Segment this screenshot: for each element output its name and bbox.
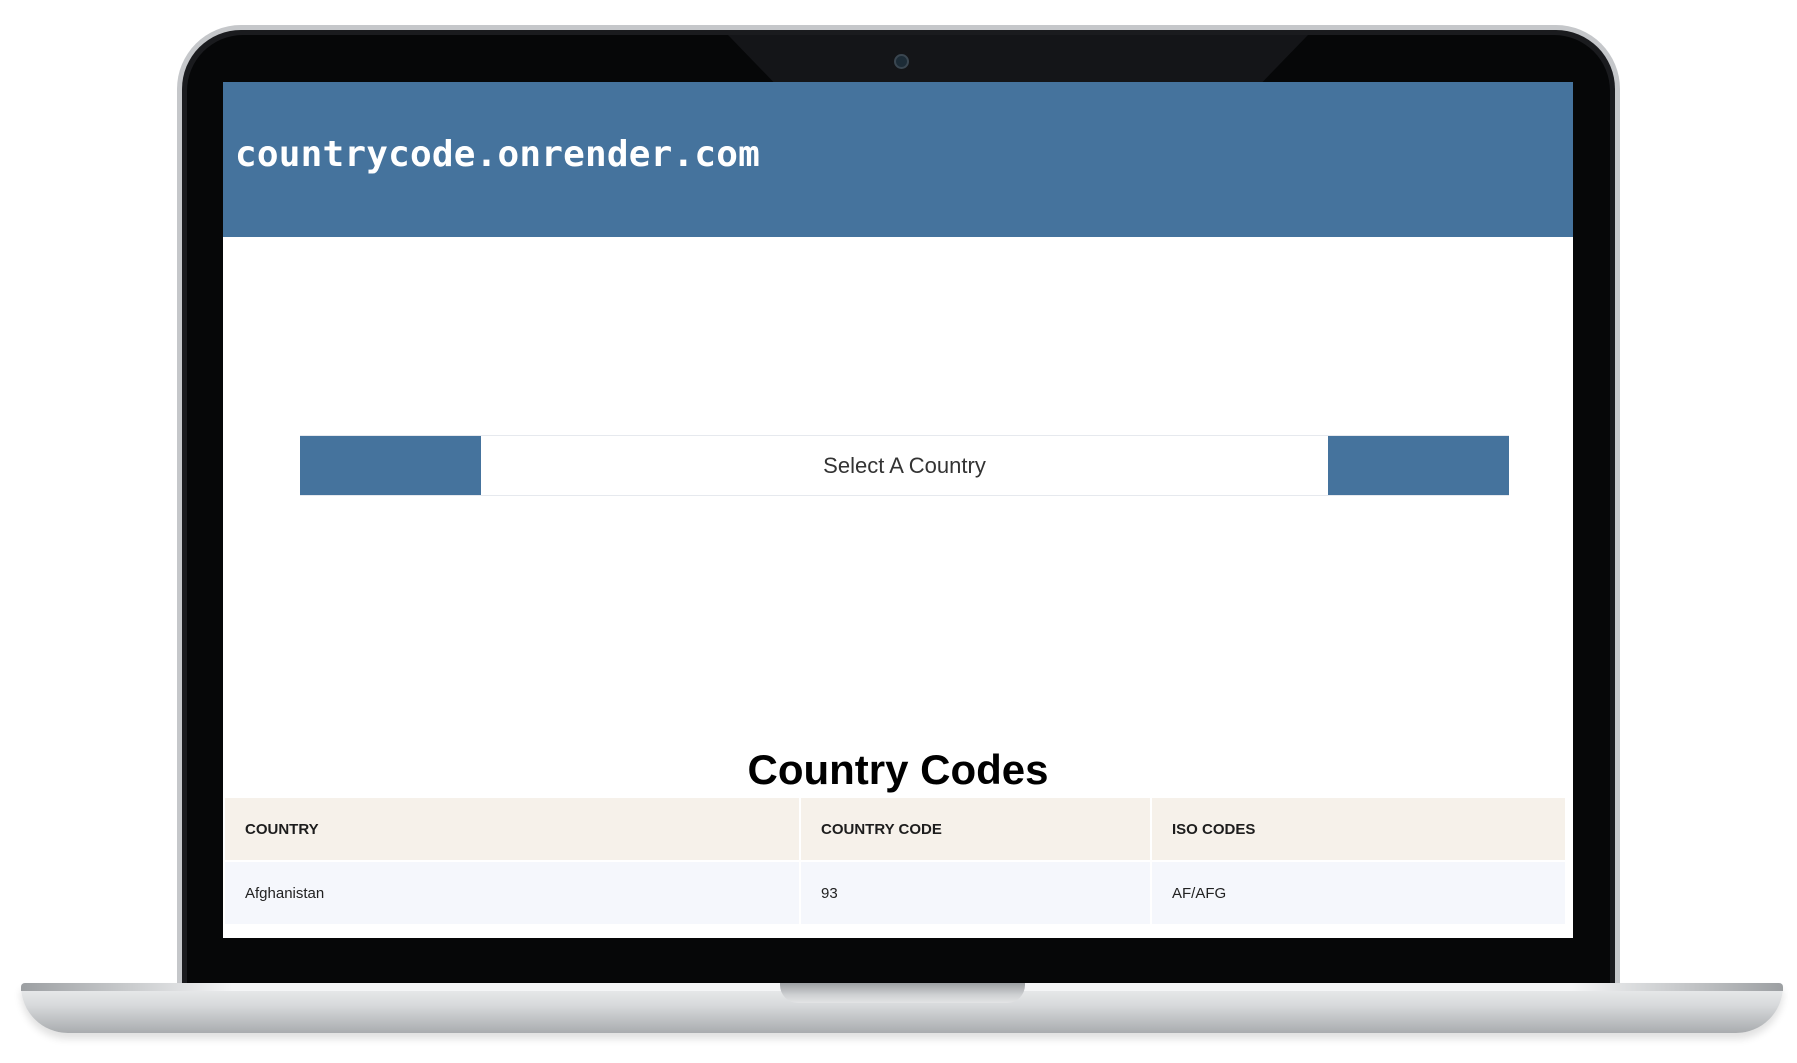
column-header-iso-codes: ISO CODES xyxy=(1151,798,1565,861)
webcam-icon xyxy=(894,54,909,69)
country-selector[interactable]: Select A Country xyxy=(300,435,1509,496)
column-header-country: COUNTRY xyxy=(225,798,801,861)
camera-notch xyxy=(728,35,1308,83)
selector-left-button[interactable] xyxy=(300,436,481,495)
site-title[interactable]: countrycode.onrender.com xyxy=(235,134,760,175)
cell-country-code: 93 xyxy=(800,860,1152,924)
selector-right-button[interactable] xyxy=(1328,436,1509,495)
table-row: Afghanistan 93 AF/AFG xyxy=(225,860,1565,924)
cell-country: Afghanistan xyxy=(225,860,801,924)
selector-label[interactable]: Select A Country xyxy=(481,436,1328,495)
laptop-screen: countrycode.onrender.com Select A Countr… xyxy=(223,82,1573,938)
cell-iso-codes: AF/AFG xyxy=(1151,860,1565,924)
column-header-country-code: COUNTRY CODE xyxy=(800,798,1152,861)
site-header: countrycode.onrender.com xyxy=(223,82,1573,237)
section-heading: Country Codes xyxy=(747,746,1049,794)
table-header-row: COUNTRY COUNTRY CODE ISO CODES xyxy=(225,798,1565,861)
laptop-opening-notch xyxy=(780,983,1025,1003)
country-codes-table: COUNTRY COUNTRY CODE ISO CODES Afghanist… xyxy=(225,798,1565,924)
